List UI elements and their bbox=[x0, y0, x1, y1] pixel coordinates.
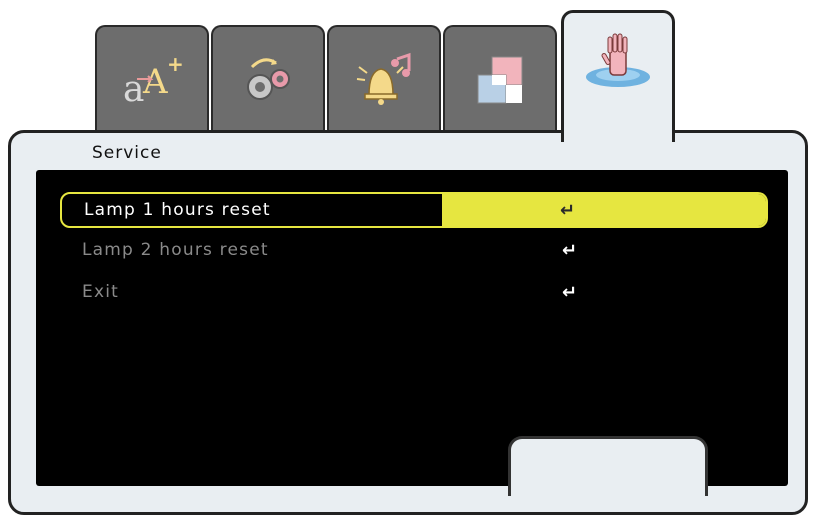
enter-icon: ↵ bbox=[562, 281, 579, 303]
svg-text:A: A bbox=[142, 62, 168, 102]
page-title: Service bbox=[92, 143, 162, 163]
layout-squares-icon bbox=[477, 56, 523, 104]
tab-service[interactable] bbox=[561, 10, 675, 142]
settings-gears-icon bbox=[247, 58, 290, 100]
menu-item-label: Exit bbox=[82, 282, 119, 302]
tab-text-size[interactable]: a A + bbox=[95, 25, 209, 135]
enter-icon: ↵ bbox=[560, 199, 577, 221]
svg-text:a: a bbox=[123, 69, 144, 109]
tab-alarm[interactable] bbox=[327, 25, 441, 135]
tab-layout[interactable] bbox=[443, 25, 557, 135]
panel-notch bbox=[508, 436, 708, 496]
menu-item-label: Lamp 1 hours reset bbox=[84, 200, 271, 220]
text-size-icon: a A + bbox=[123, 52, 184, 109]
alarm-music-icon bbox=[356, 52, 411, 105]
enter-icon: ↵ bbox=[562, 239, 579, 261]
menu-item-label: Lamp 2 hours reset bbox=[82, 240, 269, 260]
tab-settings[interactable] bbox=[211, 25, 325, 135]
menu-item-lamp2-reset[interactable]: Lamp 2 hours reset ↵ bbox=[60, 232, 768, 268]
menu-item-lamp1-reset[interactable]: Lamp 1 hours reset ↵ bbox=[60, 192, 768, 228]
menu-item-value-highlight[interactable]: ↵ bbox=[442, 194, 766, 226]
svg-text:+: + bbox=[167, 52, 184, 76]
menu-item-exit[interactable]: Exit ↵ bbox=[60, 274, 768, 310]
service-hand-icon bbox=[586, 33, 650, 87]
